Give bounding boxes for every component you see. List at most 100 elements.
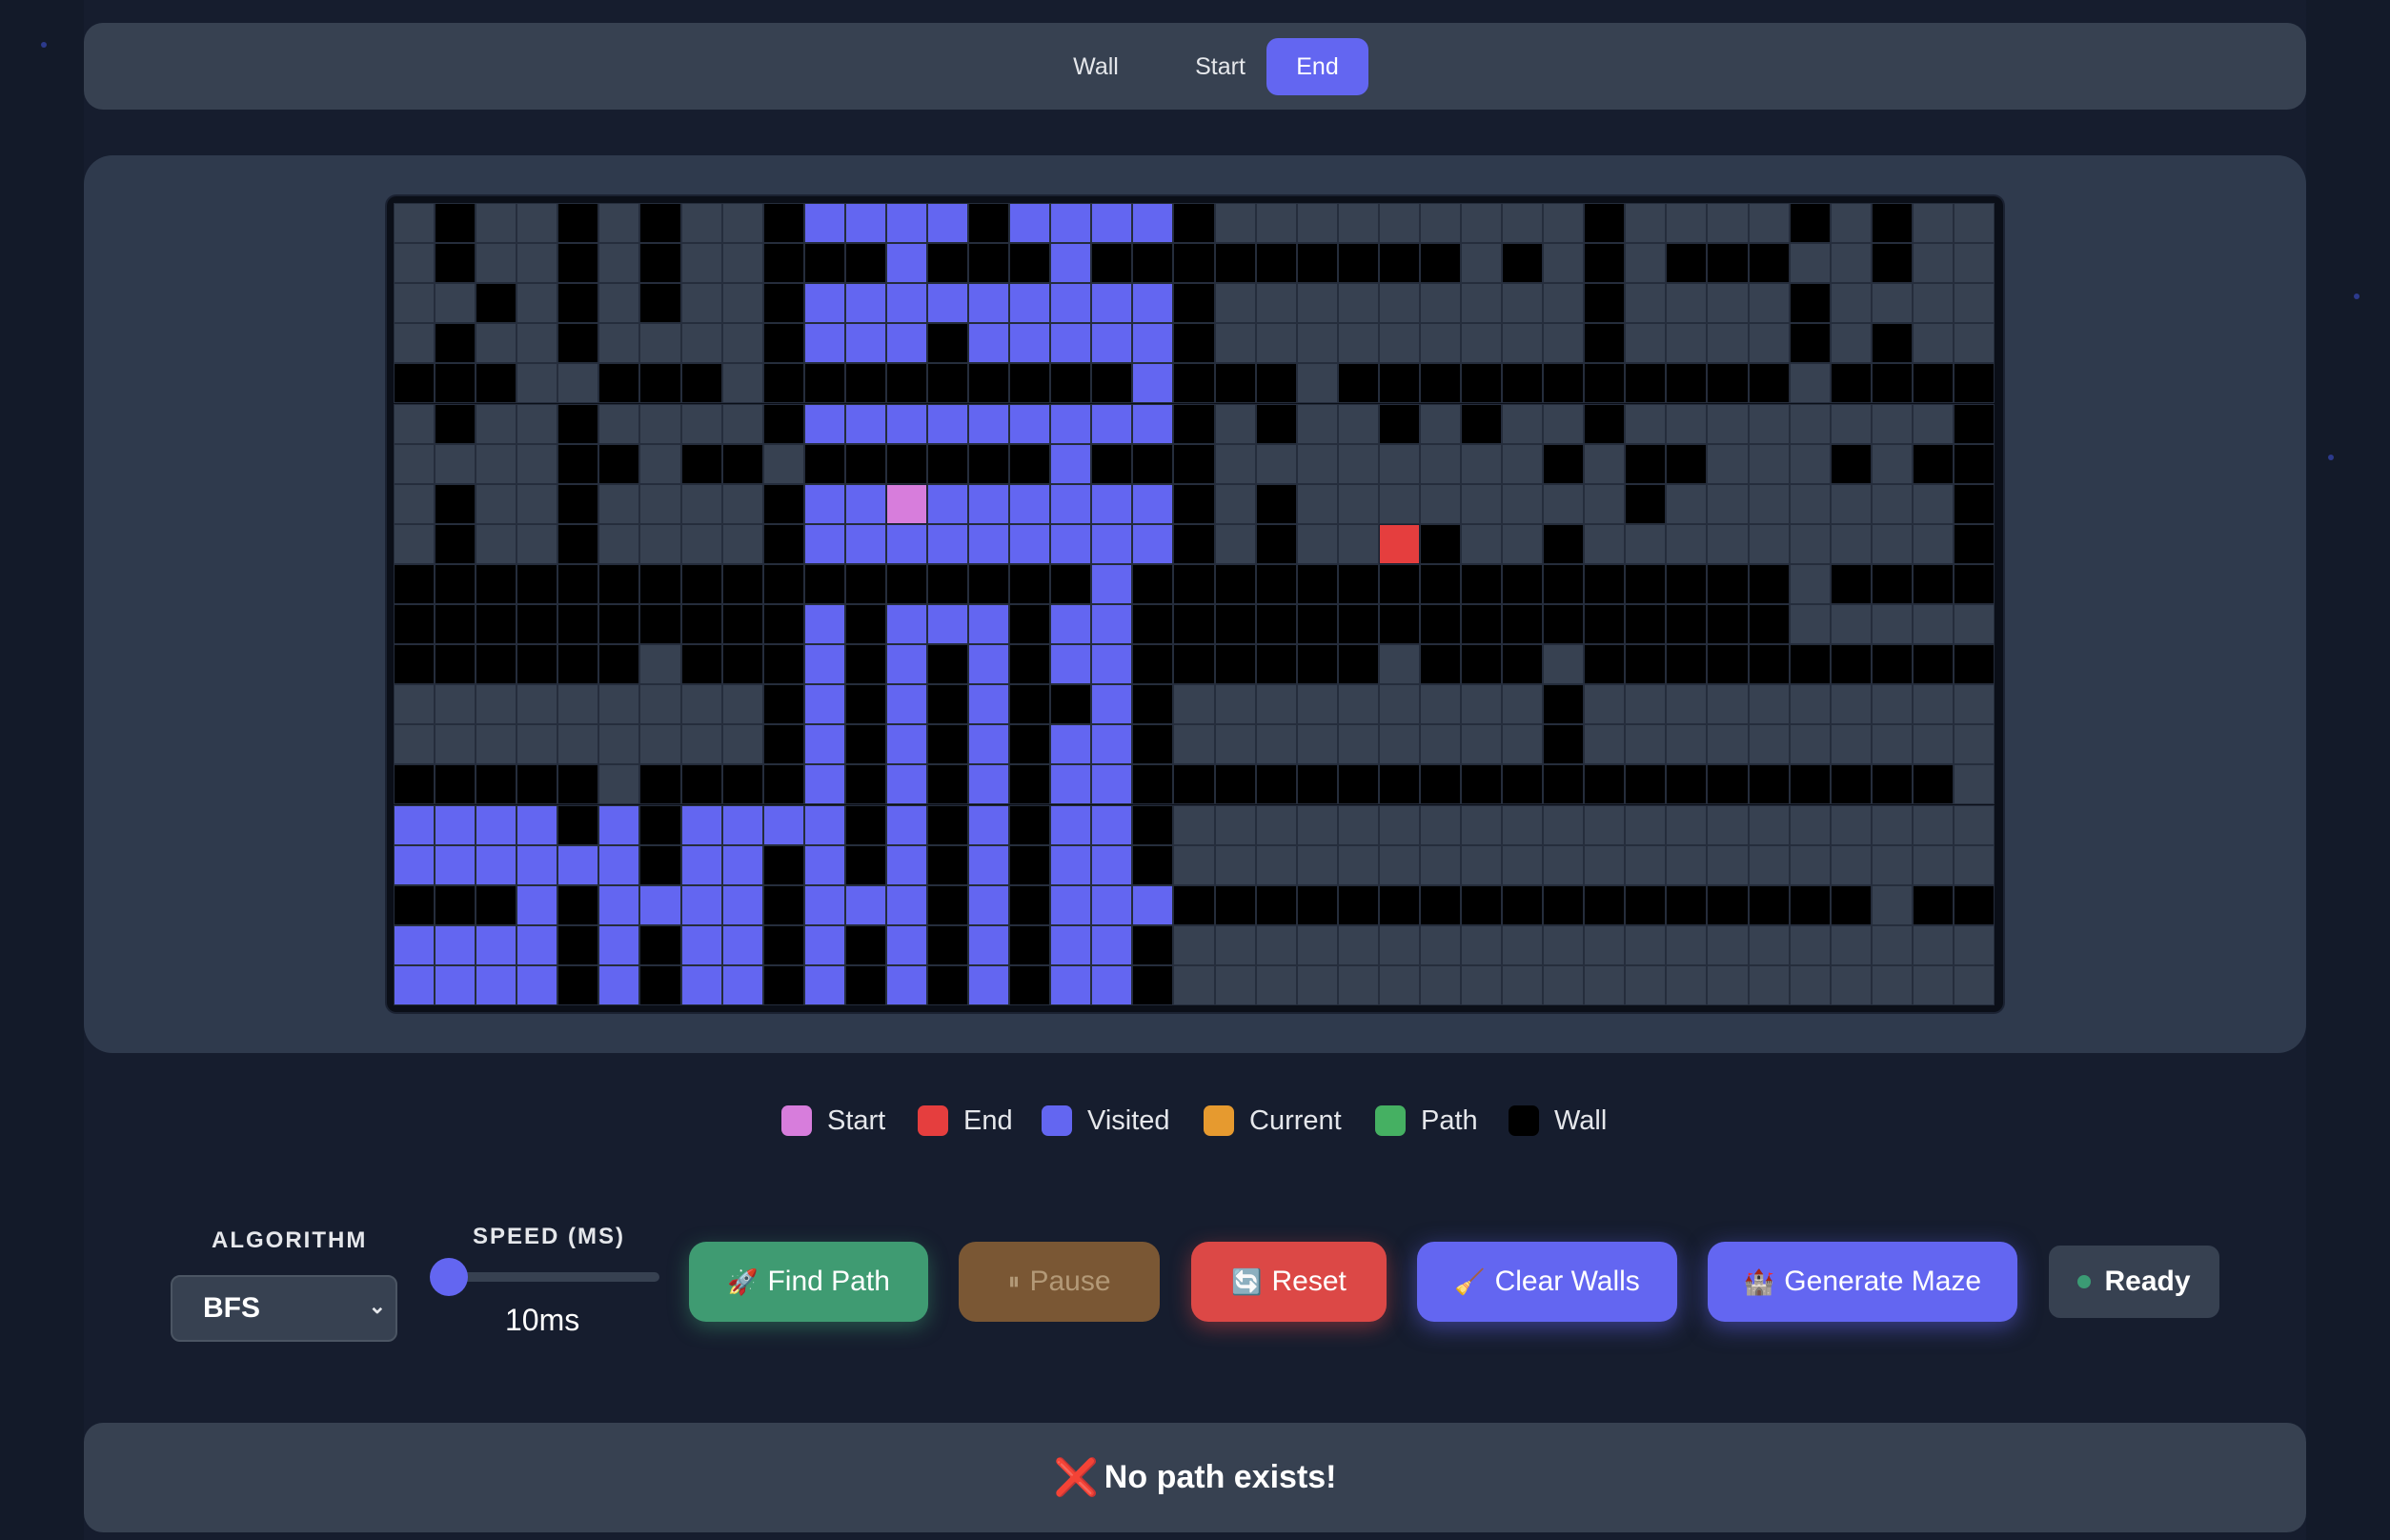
grid-cell-empty[interactable] <box>1378 804 1420 845</box>
grid-cell-visited[interactable] <box>476 844 517 885</box>
grid-cell-wall[interactable] <box>1830 443 1872 484</box>
grid-cell-empty[interactable] <box>1871 964 1913 1005</box>
grid-cell-empty[interactable] <box>1337 323 1379 364</box>
grid-cell-empty[interactable] <box>1707 844 1749 885</box>
grid-cell-visited[interactable] <box>1091 724 1133 765</box>
grid-cell-visited[interactable] <box>927 403 969 444</box>
grid-cell-visited[interactable] <box>1009 283 1051 324</box>
grid-cell-wall[interactable] <box>927 243 969 284</box>
grid-cell-empty[interactable] <box>1214 323 1256 364</box>
grid-cell-empty[interactable] <box>1461 283 1503 324</box>
grid-cell-empty[interactable] <box>1666 283 1708 324</box>
grid-cell-visited[interactable] <box>598 804 640 845</box>
grid-cell-wall[interactable] <box>762 964 804 1005</box>
grid-cell-wall[interactable] <box>762 764 804 805</box>
grid-cell-wall[interactable] <box>844 964 886 1005</box>
grid-cell-visited[interactable] <box>680 804 722 845</box>
grid-cell-wall[interactable] <box>1214 243 1256 284</box>
grid-cell-wall[interactable] <box>1214 884 1256 925</box>
grid-cell-wall[interactable] <box>639 283 681 324</box>
grid-cell-empty[interactable] <box>1419 203 1461 244</box>
grid-cell-wall[interactable] <box>1255 243 1297 284</box>
grid-cell-wall[interactable] <box>639 604 681 645</box>
grid-cell-wall[interactable] <box>1461 403 1503 444</box>
grid-cell-visited[interactable] <box>721 884 763 925</box>
grid-cell-empty[interactable] <box>1953 283 1995 324</box>
grid-cell-empty[interactable] <box>1543 964 1585 1005</box>
grid-cell-empty[interactable] <box>1214 443 1256 484</box>
grid-cell-empty[interactable] <box>1378 483 1420 524</box>
grid-cell-empty[interactable] <box>1830 243 1872 284</box>
grid-cell-visited[interactable] <box>435 924 476 965</box>
grid-cell-empty[interactable] <box>721 724 763 765</box>
reset-button[interactable]: 🔄 Reset <box>1191 1242 1387 1322</box>
grid-cell-empty[interactable] <box>1748 684 1790 725</box>
grid-cell-empty[interactable] <box>1214 924 1256 965</box>
grid-cell-wall[interactable] <box>476 563 517 604</box>
grid-cell-wall[interactable] <box>1461 604 1503 645</box>
grid-cell-empty[interactable] <box>1337 483 1379 524</box>
grid-cell-wall[interactable] <box>1543 604 1585 645</box>
grid-cell-empty[interactable] <box>1461 964 1503 1005</box>
grid-cell-empty[interactable] <box>1461 724 1503 765</box>
grid-cell-wall[interactable] <box>557 283 599 324</box>
grid-cell-visited[interactable] <box>1050 604 1092 645</box>
grid-cell-empty[interactable] <box>1912 804 1954 845</box>
grid-cell-empty[interactable] <box>476 203 517 244</box>
grid-cell-empty[interactable] <box>639 443 681 484</box>
grid-cell-wall[interactable] <box>598 644 640 685</box>
grid-cell-visited[interactable] <box>516 924 558 965</box>
grid-cell-visited[interactable] <box>968 844 1010 885</box>
grid-cell-wall[interactable] <box>1953 563 1995 604</box>
grid-cell-empty[interactable] <box>598 764 640 805</box>
grid-cell-empty[interactable] <box>1296 844 1338 885</box>
grid-cell-empty[interactable] <box>1214 724 1256 765</box>
grid-cell-wall[interactable] <box>844 764 886 805</box>
grid-cell-wall[interactable] <box>1666 644 1708 685</box>
grid-cell-visited[interactable] <box>680 924 722 965</box>
grid-cell-empty[interactable] <box>598 523 640 564</box>
grid-cell-visited[interactable] <box>1050 844 1092 885</box>
grid-cell-empty[interactable] <box>1419 724 1461 765</box>
grid-cell-visited[interactable] <box>1091 604 1133 645</box>
grid-cell-empty[interactable] <box>476 323 517 364</box>
grid-cell-wall[interactable] <box>803 563 845 604</box>
grid-cell-empty[interactable] <box>1625 964 1667 1005</box>
grid-cell-wall[interactable] <box>762 884 804 925</box>
grid-cell-wall[interactable] <box>680 764 722 805</box>
grid-cell-empty[interactable] <box>1337 283 1379 324</box>
grid-cell-empty[interactable] <box>1543 483 1585 524</box>
grid-cell-visited[interactable] <box>885 283 927 324</box>
grid-cell-visited[interactable] <box>1091 644 1133 685</box>
grid-cell-empty[interactable] <box>476 243 517 284</box>
grid-cell-empty[interactable] <box>476 483 517 524</box>
grid-cell-visited[interactable] <box>639 884 681 925</box>
grid-cell-wall[interactable] <box>968 563 1010 604</box>
grid-cell-empty[interactable] <box>1625 323 1667 364</box>
grid-cell-empty[interactable] <box>516 363 558 404</box>
grid-cell-wall[interactable] <box>1214 764 1256 805</box>
grid-cell-wall[interactable] <box>1625 644 1667 685</box>
grid-cell-wall[interactable] <box>1789 283 1831 324</box>
grid-cell-empty[interactable] <box>1707 203 1749 244</box>
grid-cell-empty[interactable] <box>1912 283 1954 324</box>
grid-cell-visited[interactable] <box>844 523 886 564</box>
grid-cell-empty[interactable] <box>1789 964 1831 1005</box>
grid-cell-empty[interactable] <box>394 283 435 324</box>
grid-cell-wall[interactable] <box>1009 363 1051 404</box>
grid-cell-wall[interactable] <box>1378 563 1420 604</box>
grid-cell-empty[interactable] <box>516 283 558 324</box>
grid-cell-wall[interactable] <box>1830 764 1872 805</box>
grid-cell-wall[interactable] <box>1953 644 1995 685</box>
grid-cell-empty[interactable] <box>1912 684 1954 725</box>
grid-cell-wall[interactable] <box>927 844 969 885</box>
grid-cell-wall[interactable] <box>1912 363 1954 404</box>
grid-cell-wall[interactable] <box>762 323 804 364</box>
grid-cell-wall[interactable] <box>1502 644 1544 685</box>
grid-cell-wall[interactable] <box>1132 604 1174 645</box>
grid-cell-wall[interactable] <box>1748 764 1790 805</box>
grid-cell-empty[interactable] <box>1871 604 1913 645</box>
grid-cell-wall[interactable] <box>1502 604 1544 645</box>
grid-cell-empty[interactable] <box>639 523 681 564</box>
grid-cell-empty[interactable] <box>1871 924 1913 965</box>
